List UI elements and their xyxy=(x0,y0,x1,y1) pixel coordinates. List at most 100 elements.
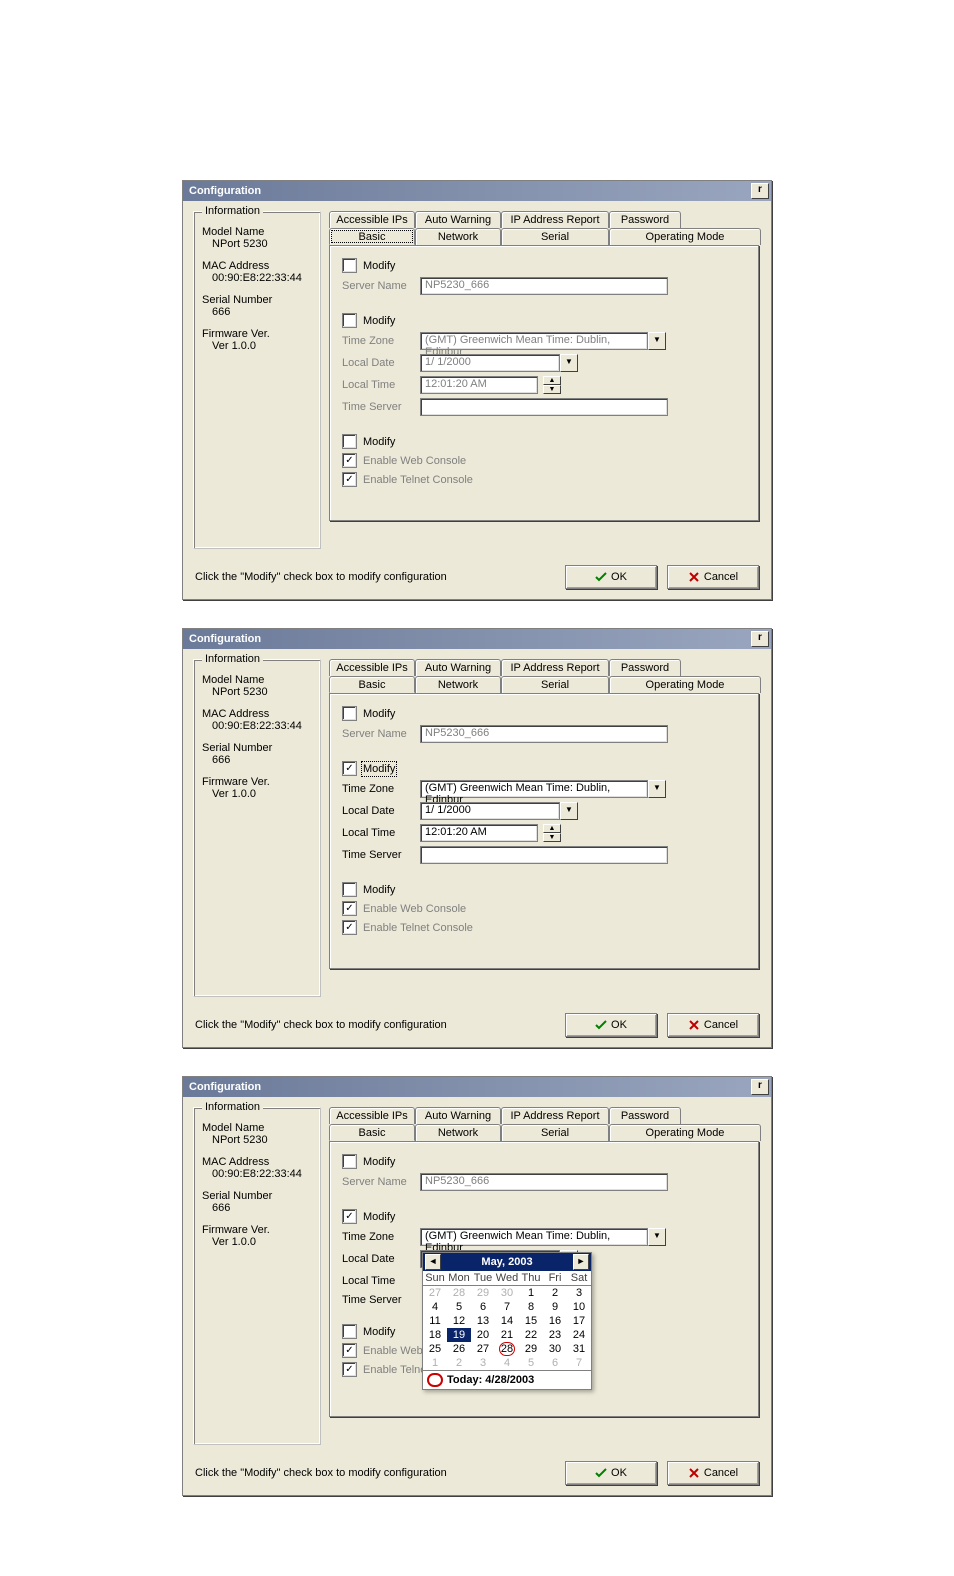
tab-accessible-ips[interactable]: Accessible IPs xyxy=(329,1107,415,1124)
calendar-day[interactable]: 18 xyxy=(423,1328,447,1342)
calendar-day[interactable]: 15 xyxy=(519,1314,543,1328)
time-server-input[interactable] xyxy=(420,398,668,416)
time-server-input[interactable] xyxy=(420,846,668,864)
calendar-day[interactable]: 7 xyxy=(567,1356,591,1370)
calendar-day[interactable]: 20 xyxy=(471,1328,495,1342)
server-name-input[interactable]: NP5230_666 xyxy=(420,1173,668,1191)
tab-operating-mode[interactable]: Operating Mode xyxy=(609,676,761,693)
calendar-day[interactable]: 6 xyxy=(543,1356,567,1370)
modify-time-checkbox[interactable] xyxy=(342,1209,357,1224)
tab-serial[interactable]: Serial xyxy=(501,676,609,693)
local-time-value[interactable]: 12:01:20 AM xyxy=(420,376,538,394)
modify-time-checkbox[interactable] xyxy=(342,761,357,776)
calendar-day[interactable]: 5 xyxy=(447,1300,471,1314)
calendar-day[interactable]: 13 xyxy=(471,1314,495,1328)
modify-console-checkbox[interactable] xyxy=(342,1324,357,1339)
modify-console-checkbox[interactable] xyxy=(342,434,357,449)
calendar-day[interactable]: 31 xyxy=(567,1342,591,1356)
tab-network[interactable]: Network xyxy=(415,228,501,245)
calendar-day[interactable]: 8 xyxy=(519,1300,543,1314)
time-zone-combo[interactable]: (GMT) Greenwich Mean Time: Dublin, Edinb… xyxy=(420,1228,666,1246)
chevron-down-icon[interactable]: ▼ xyxy=(560,802,578,820)
modify-time-checkbox[interactable] xyxy=(342,313,357,328)
calendar-day[interactable]: 3 xyxy=(567,1286,591,1301)
ok-button[interactable]: OK xyxy=(565,565,657,589)
calendar-day[interactable]: 3 xyxy=(471,1356,495,1370)
tab-auto-warning[interactable]: Auto Warning xyxy=(415,659,501,676)
calendar-day[interactable]: 12 xyxy=(447,1314,471,1328)
calendar-prev-icon[interactable]: ◄ xyxy=(425,1254,441,1270)
tab-network[interactable]: Network xyxy=(415,1124,501,1141)
chevron-down-icon[interactable]: ▼ xyxy=(648,332,666,350)
date-picker-popup[interactable]: ◄ May, 2003 ► SunMonTueWedThuFriSat 2728… xyxy=(422,1252,592,1390)
local-time-spinner[interactable]: ▲ ▼ xyxy=(543,824,561,842)
close-icon[interactable]: r xyxy=(751,631,769,647)
calendar-day[interactable]: 30 xyxy=(543,1342,567,1356)
close-icon[interactable]: r xyxy=(751,183,769,199)
modify-server-name-checkbox[interactable] xyxy=(342,1154,357,1169)
modify-console-checkbox[interactable] xyxy=(342,882,357,897)
calendar-day[interactable]: 5 xyxy=(519,1356,543,1370)
enable-web-console-checkbox[interactable] xyxy=(342,453,357,468)
tab-accessible-ips[interactable]: Accessible IPs xyxy=(329,211,415,228)
chevron-up-icon[interactable]: ▲ xyxy=(543,376,561,385)
calendar-day[interactable]: 27 xyxy=(423,1286,447,1301)
calendar-day[interactable]: 24 xyxy=(567,1328,591,1342)
enable-web-console-checkbox[interactable] xyxy=(342,1343,357,1358)
enable-telnet-console-checkbox[interactable] xyxy=(342,920,357,935)
calendar-day[interactable]: 28 xyxy=(447,1286,471,1301)
time-zone-combo[interactable]: (GMT) Greenwich Mean Time: Dublin, Edinb… xyxy=(420,780,666,798)
close-icon[interactable]: r xyxy=(751,1079,769,1095)
calendar-day[interactable]: 17 xyxy=(567,1314,591,1328)
cancel-button[interactable]: Cancel xyxy=(667,1461,759,1485)
calendar-next-icon[interactable]: ► xyxy=(573,1254,589,1270)
tab-serial[interactable]: Serial xyxy=(501,228,609,245)
calendar-day[interactable]: 25 xyxy=(423,1342,447,1356)
calendar-day[interactable]: 27 xyxy=(471,1342,495,1356)
local-date-combo[interactable]: 1/ 1/2000 ▼ xyxy=(420,802,578,820)
tab-network[interactable]: Network xyxy=(415,676,501,693)
calendar-day[interactable]: 14 xyxy=(495,1314,519,1328)
calendar-day[interactable]: 16 xyxy=(543,1314,567,1328)
calendar-day[interactable]: 2 xyxy=(543,1286,567,1301)
modify-server-name-checkbox[interactable] xyxy=(342,706,357,721)
local-date-combo[interactable]: 1/ 1/2000 ▼ xyxy=(420,354,578,372)
calendar-day[interactable]: 29 xyxy=(471,1286,495,1301)
calendar-day[interactable]: 30 xyxy=(495,1286,519,1301)
time-zone-combo[interactable]: (GMT) Greenwich Mean Time: Dublin, Edinb… xyxy=(420,332,666,350)
calendar-day[interactable]: 26 xyxy=(447,1342,471,1356)
tab-ip-address-report[interactable]: IP Address Report xyxy=(501,659,609,676)
ok-button[interactable]: OK xyxy=(565,1461,657,1485)
calendar-day[interactable]: 22 xyxy=(519,1328,543,1342)
calendar-day[interactable]: 11 xyxy=(423,1314,447,1328)
tab-ip-address-report[interactable]: IP Address Report xyxy=(501,211,609,228)
tab-password[interactable]: Password xyxy=(609,1107,681,1124)
calendar-day[interactable]: 6 xyxy=(471,1300,495,1314)
calendar-day[interactable]: 23 xyxy=(543,1328,567,1342)
calendar-day[interactable]: 9 xyxy=(543,1300,567,1314)
cancel-button[interactable]: Cancel xyxy=(667,1013,759,1037)
tab-operating-mode[interactable]: Operating Mode xyxy=(609,228,761,245)
calendar-day[interactable]: 10 xyxy=(567,1300,591,1314)
calendar-day[interactable]: 19 xyxy=(447,1328,471,1342)
cancel-button[interactable]: Cancel xyxy=(667,565,759,589)
chevron-down-icon[interactable]: ▼ xyxy=(648,1228,666,1246)
calendar-day[interactable]: 29 xyxy=(519,1342,543,1356)
calendar-day[interactable]: 1 xyxy=(519,1286,543,1301)
chevron-down-icon[interactable]: ▼ xyxy=(543,833,561,842)
tab-accessible-ips[interactable]: Accessible IPs xyxy=(329,659,415,676)
tab-password[interactable]: Password xyxy=(609,211,681,228)
enable-web-console-checkbox[interactable] xyxy=(342,901,357,916)
chevron-up-icon[interactable]: ▲ xyxy=(543,824,561,833)
calendar-day[interactable]: 4 xyxy=(423,1300,447,1314)
calendar-day[interactable]: 7 xyxy=(495,1300,519,1314)
chevron-down-icon[interactable]: ▼ xyxy=(648,780,666,798)
tab-basic[interactable]: Basic xyxy=(329,676,415,693)
chevron-down-icon[interactable]: ▼ xyxy=(560,354,578,372)
tab-auto-warning[interactable]: Auto Warning xyxy=(415,211,501,228)
calendar-day[interactable]: 21 xyxy=(495,1328,519,1342)
server-name-input[interactable]: NP5230_666 xyxy=(420,277,668,295)
local-time-value[interactable]: 12:01:20 AM xyxy=(420,824,538,842)
ok-button[interactable]: OK xyxy=(565,1013,657,1037)
local-time-spinner[interactable]: ▲ ▼ xyxy=(543,376,561,394)
